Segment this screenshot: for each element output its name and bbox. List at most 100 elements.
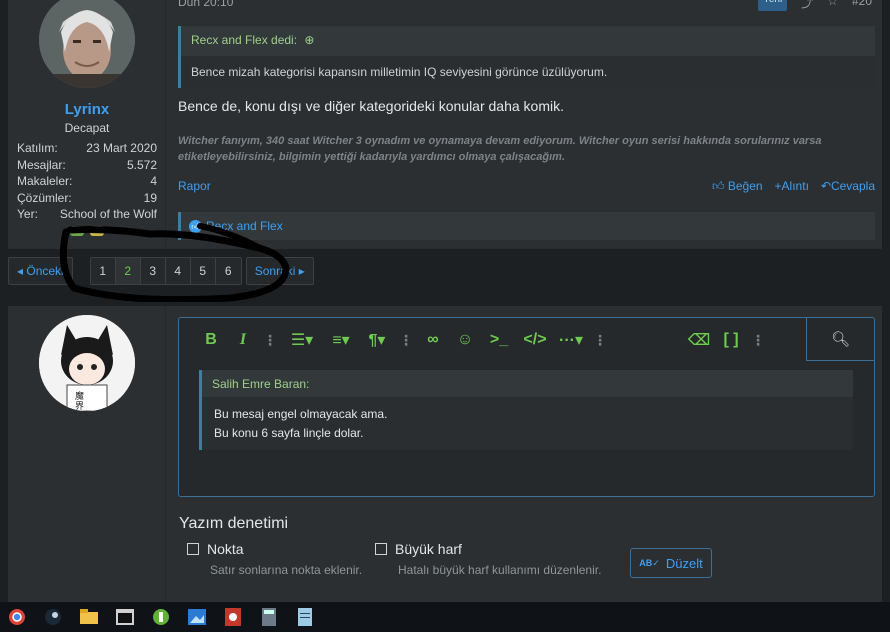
page-numbers: 1 2 3 4 5 6 [89,257,242,285]
quote-text: Bence mizah kategorisi kapansın milletim… [181,56,875,88]
arrow-up-circle-icon[interactable]: ⊕ [304,33,314,47]
file-explorer-icon[interactable] [78,606,100,628]
reply-arrow-icon: ↶ [820,179,831,193]
stat-label: Katılım: [17,141,58,155]
page-link-current[interactable]: 2 [115,258,141,284]
report-button[interactable]: Rapor [178,179,211,194]
stat-label: Makaleler: [17,174,73,188]
bold-icon[interactable]: B [195,331,227,349]
align-icon[interactable]: ≡▾ [323,330,359,350]
stat-row: Mesajlar: 5.572 [17,157,157,174]
calculator-icon[interactable] [258,606,280,628]
capital-option[interactable]: Büyük harf [375,541,462,557]
prev-page-button[interactable]: ◂ Önceki [8,257,73,285]
fix-button[interactable]: AB✓ Düzelt [630,548,712,578]
quote-header[interactable]: Recx and Flex dedi: ⊕ [181,26,875,56]
page-link[interactable]: 6 [215,258,241,284]
link-icon[interactable]: ∞ [417,331,449,349]
more-vertical-icon[interactable]: ⋮ [589,332,611,349]
stat-value: 19 [143,190,157,205]
notepad-icon[interactable] [294,606,316,628]
dot-option-hint: Satır sonlarına nokta eklenir. [210,563,363,577]
more-vertical-icon[interactable]: ⋮ [395,332,417,349]
reply-area: 魔 界 B I ⋮ ☰▾ ≡▾ ¶▾ ⋮ ∞ ☺ >_ </> ···▾ ⋮ ⌫… [8,306,882,602]
post-user-column: Lyrinx Decapat Katılım: 23 Mart 2020 Mesa… [8,0,166,249]
stat-value: 23 Mart 2020 [86,141,157,155]
chrome-icon[interactable] [6,606,28,628]
post: Lyrinx Decapat Katılım: 23 Mart 2020 Mesa… [8,0,882,249]
editor-quote-line: Bu mesaj engel olmayacak ama. [214,407,388,421]
capital-option-label: Büyük harf [395,541,462,557]
pagination: ◂ Önceki 1 2 3 4 5 6 Sonraki ▸ [8,257,314,285]
avatar[interactable] [39,0,135,88]
brackets-icon[interactable]: [ ] [715,331,747,349]
app-icon[interactable] [222,606,244,628]
thumbs-up-icon: 👍︎ [711,179,728,193]
eraser-icon[interactable]: ⌫ [683,330,715,350]
editor-toolbar: B I ⋮ ☰▾ ≡▾ ¶▾ ⋮ ∞ ☺ >_ </> ···▾ ⋮ ⌫ [ ]… [179,318,874,362]
like-button[interactable]: 👍︎ Beğen [712,179,763,194]
dot-option[interactable]: Nokta [187,541,244,557]
list-icon[interactable]: ☰▾ [281,330,323,350]
post-number[interactable]: #20 [852,0,872,11]
user-badges [70,226,104,236]
user-stats: Katılım: 23 Mart 2020 Mesajlar: 5.572 Maka… [17,140,157,223]
more-vertical-icon[interactable]: ⋮ [747,332,769,349]
svg-text:界: 界 [75,401,84,411]
quote-author[interactable]: Recx and Flex dedi: [191,33,297,47]
dot-checkbox[interactable] [187,543,199,555]
trophy-badge-icon[interactable] [90,226,104,236]
stat-label: Yer: [17,207,38,221]
spellcheck-title: Yazım denetimi [179,515,289,532]
capital-checkbox[interactable] [375,543,387,555]
stat-value: 5.572 [126,157,157,172]
reply-button[interactable]: ↶Cevapla [821,179,875,194]
post-actions-right: 👍︎ Beğen +Alıntı ↶Cevapla [712,179,875,194]
page-link[interactable]: 4 [165,258,191,284]
reply-avatar[interactable]: 魔 界 [39,315,135,411]
capital-option-hint: Hatalı büyük harf kullanımı düzenlenir. [398,563,602,577]
stat-row: Yer: School of the Wolf [17,206,157,223]
username[interactable]: Lyrinx [8,101,166,118]
spellcheck-section: Yazım denetimi [179,515,288,533]
bookmark-icon[interactable]: ☆ [827,0,838,11]
stat-label: Çözümler: [17,190,72,205]
stat-row: Makaleler: 4 [17,173,157,190]
post-date[interactable]: Dün 20:10 [178,0,233,9]
italic-icon[interactable]: I [227,331,259,349]
more-vertical-icon[interactable]: ⋮ [259,332,281,349]
smiley-icon[interactable]: ☺ [449,331,481,349]
signature: Witcher fanıyım, 340 saat Witcher 3 oyna… [178,135,822,163]
stat-row: Katılım: 23 Mart 2020 [17,140,157,157]
next-page-button[interactable]: Sonraki ▸ [245,257,314,285]
reply-user-column: 魔 界 [8,306,166,602]
page-link[interactable]: 5 [190,258,216,284]
user-title: Decapat [64,121,110,135]
svg-text:魔: 魔 [75,390,84,402]
os-taskbar [0,602,890,632]
stat-value: 4 [150,174,157,188]
preview-icon[interactable]: 🔍︎ [806,318,874,361]
post-message: Bence de, konu dışı ve diğer kategoridek… [178,98,565,114]
post-content: Dün 20:10 Yeni ⤴ ☆ #20 Recx and Flex ded… [168,0,882,249]
new-badge: Yeni [758,0,788,11]
page-link[interactable]: 1 [90,258,116,284]
quote-button[interactable]: +Alıntı [775,179,809,194]
more-horizontal-icon[interactable]: ···▾ [553,330,589,350]
terminal-icon[interactable]: >_ [481,331,517,349]
trophy-badge-icon[interactable] [70,226,84,236]
fix-button-label: Düzelt [665,555,703,571]
stat-label: Mesajlar: [17,157,66,172]
message-editor[interactable]: B I ⋮ ☰▾ ≡▾ ¶▾ ⋮ ∞ ☺ >_ </> ···▾ ⋮ ⌫ [ ]… [178,317,875,497]
post-actions: Rapor 👍︎ Beğen +Alıntı ↶Cevapla [178,179,875,194]
share-icon[interactable]: ⤴ [801,0,813,11]
photos-icon[interactable] [186,606,208,628]
page-link[interactable]: 3 [140,258,166,284]
reaction-users[interactable]: Recx and Flex [206,219,283,233]
code-icon[interactable]: </> [517,331,553,349]
steam-icon[interactable] [42,606,64,628]
reply-label: Cevapla [830,179,875,193]
utorrent-icon[interactable] [150,606,172,628]
paragraph-icon[interactable]: ¶▾ [359,330,395,350]
console-icon[interactable] [114,606,136,628]
